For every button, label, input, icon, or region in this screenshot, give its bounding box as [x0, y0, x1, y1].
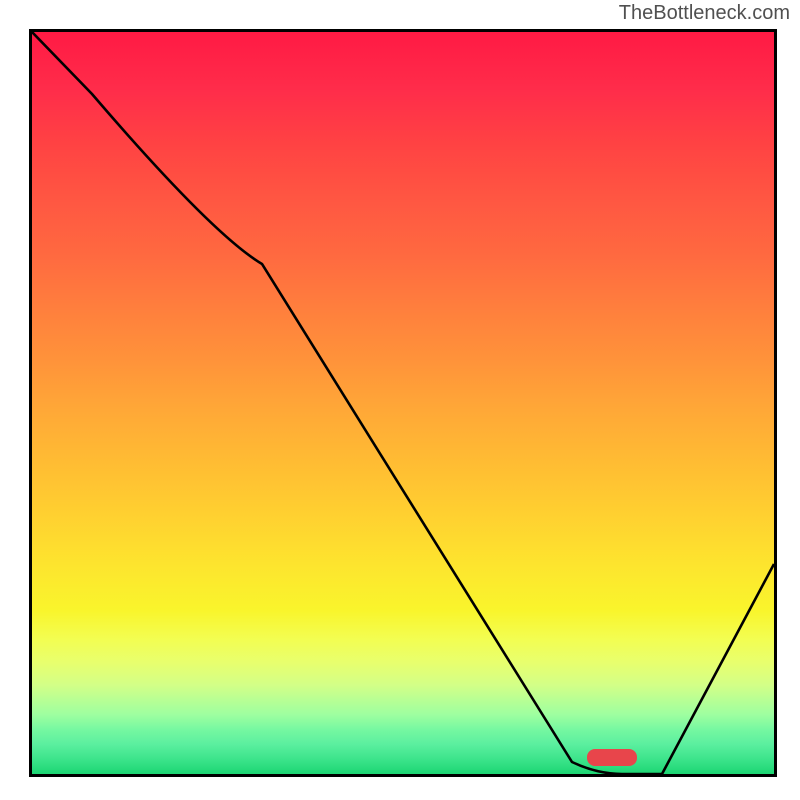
chart-plot-area	[29, 29, 777, 777]
optimal-marker	[587, 749, 637, 766]
watermark-text: TheBottleneck.com	[619, 2, 790, 25]
bottleneck-curve	[32, 32, 774, 774]
